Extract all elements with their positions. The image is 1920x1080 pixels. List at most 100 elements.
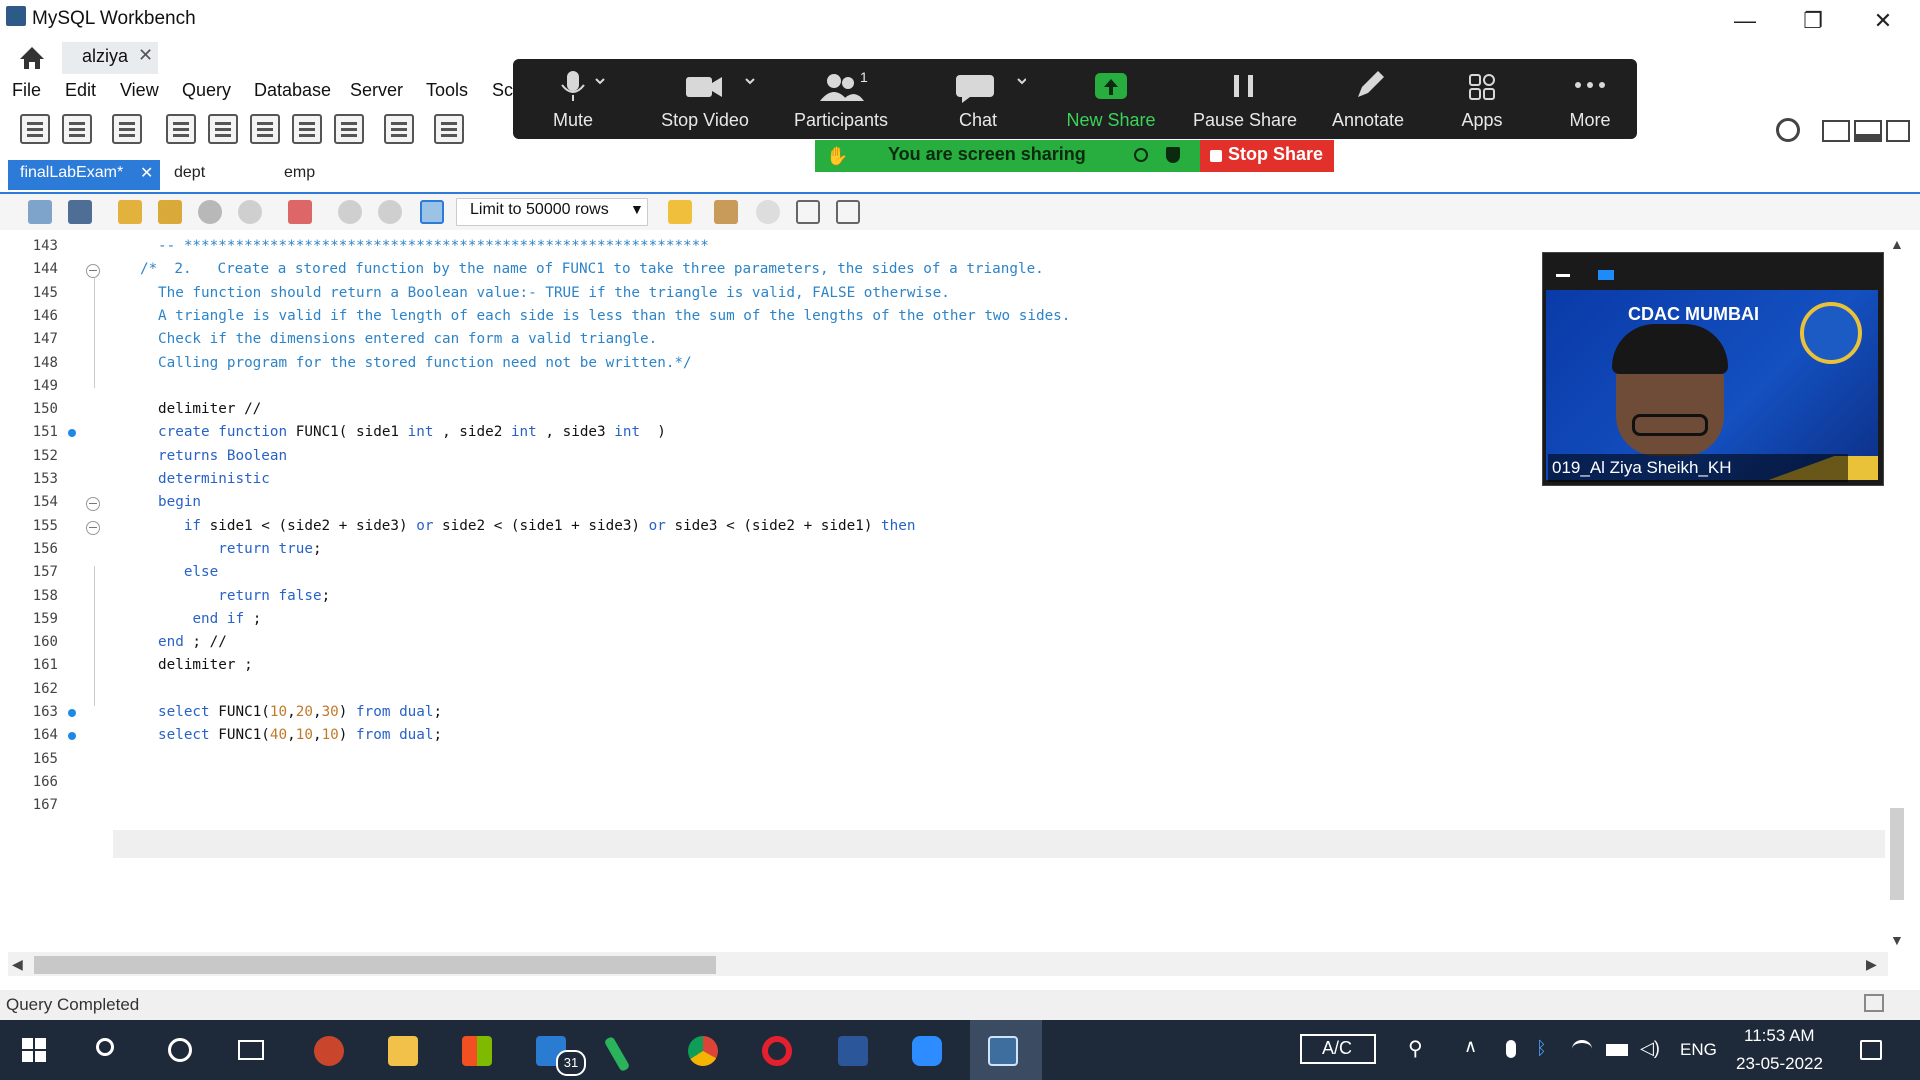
stop-query-icon[interactable] <box>238 200 262 224</box>
explain-icon[interactable] <box>198 200 222 224</box>
cortana-icon[interactable] <box>168 1038 192 1062</box>
scroll-right-icon[interactable]: ▶ <box>1866 956 1877 973</box>
create-table-icon[interactable] <box>208 114 238 144</box>
inspector-icon[interactable] <box>112 114 142 144</box>
find-icon[interactable] <box>756 200 780 224</box>
battery-icon[interactable] <box>1606 1044 1628 1056</box>
close-window-button[interactable]: ✕ <box>1860 4 1906 38</box>
video-view-toggle-icon[interactable] <box>1598 270 1614 280</box>
beautify-icon[interactable] <box>714 200 738 224</box>
search-icon[interactable] <box>96 1038 114 1056</box>
menu-scripting[interactable]: Sc <box>492 80 513 101</box>
scroll-up-icon[interactable]: ▲ <box>1890 236 1904 252</box>
scroll-left-icon[interactable]: ◀ <box>12 956 23 973</box>
invisible-chars-icon[interactable] <box>796 200 820 224</box>
tab-close-button[interactable]: ✕ <box>140 163 153 183</box>
zoom-app-icon[interactable] <box>912 1036 942 1066</box>
chat-button[interactable]: Chat <box>930 59 1026 139</box>
stop-on-error-icon[interactable] <box>288 200 312 224</box>
status-text: Query Completed <box>6 995 140 1014</box>
new-share-button[interactable]: New Share <box>1060 59 1162 139</box>
menu-edit[interactable]: Edit <box>65 80 96 101</box>
mysql-workbench-taskbar-icon[interactable] <box>988 1036 1018 1066</box>
limit-rows-value: Limit to 50000 rows <box>470 201 609 218</box>
home-button[interactable] <box>12 41 52 73</box>
more-button[interactable]: More <box>1550 59 1630 139</box>
share-arrow-icon <box>1095 73 1127 99</box>
execute-current-icon[interactable] <box>158 200 182 224</box>
participants-label: Participants <box>793 110 889 130</box>
wifi-icon[interactable] <box>1572 1040 1592 1058</box>
clock-date[interactable]: 23-05-2022 <box>1736 1054 1823 1074</box>
pause-share-button[interactable]: Pause Share <box>1186 59 1304 139</box>
menu-query[interactable]: Query <box>182 80 231 101</box>
task-view-icon[interactable] <box>238 1040 264 1060</box>
participants-button[interactable]: 1 Participants <box>786 59 896 139</box>
apps-button[interactable]: Apps <box>1440 59 1524 139</box>
pause-share-label: Pause Share <box>1192 110 1298 130</box>
menu-file[interactable]: File <box>12 80 41 101</box>
toggle-sidebar-icon[interactable] <box>1822 120 1850 142</box>
tab-emp[interactable]: emp <box>284 164 315 182</box>
autocommit-toggle-icon[interactable] <box>420 200 444 224</box>
toggle-secondary-sidebar-icon[interactable] <box>1886 120 1910 142</box>
minimize-button[interactable]: — <box>1722 4 1768 38</box>
microsoft-store-icon[interactable] <box>462 1036 492 1066</box>
show-hidden-icons-icon[interactable]: ∧ <box>1464 1036 1477 1057</box>
rollback-icon[interactable] <box>378 200 402 224</box>
windows-start-icon[interactable] <box>22 1038 46 1062</box>
ac-indicator-label: A/C <box>1322 1038 1353 1058</box>
microphone-tray-icon[interactable] <box>1506 1040 1516 1058</box>
chrome-icon[interactable] <box>688 1036 718 1066</box>
file-explorer-icon[interactable] <box>388 1036 418 1066</box>
connection-tab-close-button[interactable]: ✕ <box>138 45 153 66</box>
opera-icon[interactable] <box>762 1036 792 1066</box>
vertical-scroll-thumb[interactable] <box>1890 808 1904 900</box>
notifications-icon[interactable] <box>1860 1040 1882 1060</box>
menu-database[interactable]: Database <box>254 80 331 101</box>
paint-app-icon[interactable] <box>314 1036 344 1066</box>
open-file-icon[interactable] <box>28 200 52 224</box>
code-line: returns Boolean <box>158 447 288 464</box>
menu-tools[interactable]: Tools <box>426 80 468 101</box>
window-title: MySQL Workbench <box>32 8 196 29</box>
commit-icon[interactable] <box>338 200 362 224</box>
create-function-icon[interactable] <box>334 114 364 144</box>
language-indicator[interactable]: ENG <box>1680 1040 1717 1060</box>
execute-all-icon[interactable] <box>118 200 142 224</box>
people-icon[interactable]: ⚲ <box>1408 1036 1423 1061</box>
wrap-lines-icon[interactable] <box>836 200 860 224</box>
bluetooth-icon[interactable]: ᛒ <box>1536 1038 1547 1059</box>
annotate-button[interactable]: Annotate <box>1320 59 1416 139</box>
reconnect-icon[interactable] <box>434 114 464 144</box>
stop-video-button[interactable]: Stop Video <box>650 59 760 139</box>
horizontal-scroll-thumb[interactable] <box>34 956 716 974</box>
toggle-output-icon[interactable] <box>1854 120 1882 142</box>
new-sql-tab-icon[interactable] <box>20 114 50 144</box>
word-icon[interactable] <box>838 1036 868 1066</box>
line-number: 158 <box>32 587 58 604</box>
open-sql-script-icon[interactable] <box>62 114 92 144</box>
create-procedure-icon[interactable] <box>292 114 322 144</box>
tab-dept[interactable]: dept <box>174 164 205 182</box>
output-panel-icon[interactable] <box>1864 994 1884 1012</box>
settings-icon[interactable] <box>1776 118 1800 142</box>
mail-badge: 31 <box>556 1050 586 1076</box>
scroll-down-icon[interactable]: ▼ <box>1890 932 1904 948</box>
video-camera-icon <box>686 77 755 97</box>
menu-view[interactable]: View <box>120 80 159 101</box>
create-view-icon[interactable] <box>250 114 280 144</box>
minimize-video-icon[interactable] <box>1556 274 1570 277</box>
statement-marker-icon[interactable] <box>68 709 76 717</box>
restore-button[interactable]: ❐ <box>1790 4 1836 38</box>
menu-server[interactable]: Server <box>350 80 403 101</box>
create-schema-icon[interactable] <box>166 114 196 144</box>
video-background-title: CDAC MUMBAI <box>1628 304 1759 324</box>
search-table-data-icon[interactable] <box>384 114 414 144</box>
fold-toggle-icon[interactable] <box>86 520 100 535</box>
volume-icon[interactable]: ◁) <box>1640 1038 1660 1059</box>
mute-button[interactable]: Mute <box>532 59 614 139</box>
clock-time[interactable]: 11:53 AM <box>1744 1026 1815 1046</box>
add-snippet-icon[interactable] <box>668 200 692 224</box>
save-icon[interactable] <box>68 200 92 224</box>
